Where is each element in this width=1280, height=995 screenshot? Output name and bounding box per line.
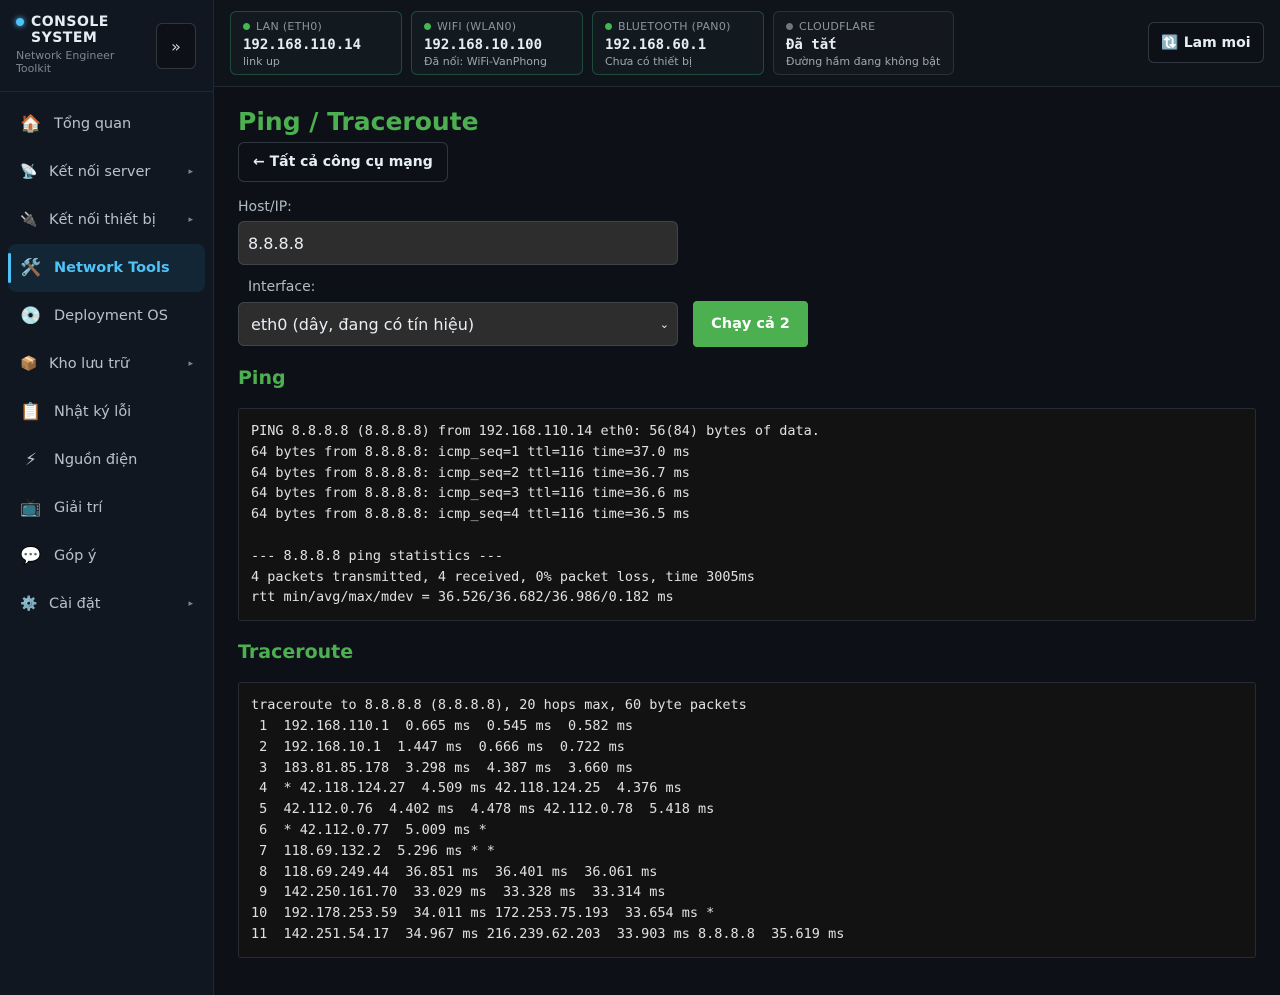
online-dot-icon [605,23,612,30]
sidebar-item-server-connection[interactable]: 📡 Kết nối server ▸ [8,148,205,196]
run-both-button[interactable]: Chạy cả 2 [693,301,808,347]
offline-dot-icon [786,23,793,30]
status-card-label-text: BLUETOOTH (PAN0) [618,20,731,33]
sidebar: CONSOLE SYSTEM Network Engineer Toolkit … [0,0,214,995]
chevron-right-icon: ▸ [188,359,193,369]
chevron-right-icon: ▸ [188,215,193,225]
status-card-ip: 192.168.10.100 [424,37,543,53]
satellite-antenna-icon: 📡 [20,164,38,180]
status-card-label: BLUETOOTH (PAN0) [605,20,751,33]
plug-icon: 🔌 [20,212,38,228]
status-card-label-text: WIFI (WLAN0) [437,20,517,33]
sidebar-item-label: Network Tools [54,260,170,276]
sidebar-item-label: Deployment OS [54,308,168,324]
lightning-icon: ⚡ [25,450,37,470]
brand-subtitle: Network Engineer Toolkit [16,49,115,75]
status-card-bluetooth: BLUETOOTH (PAN0) 192.168.60.1 Chưa có th… [592,11,764,75]
sidebar-item-feedback[interactable]: 💬 Góp ý [8,532,205,580]
ping-section-title: Ping [238,367,286,389]
status-card-ip: 192.168.60.1 [605,37,707,53]
back-to-network-tools-button[interactable]: ← Tất cả công cụ mạng [238,142,448,182]
status-card-ip: Đã tắt [786,37,837,53]
tools-icon: 🛠️ [20,258,42,278]
sidebar-item-overview[interactable]: 🏠 Tổng quan [8,100,205,148]
ping-output: PING 8.8.8.8 (8.8.8.8) from 192.168.110.… [238,408,1256,622]
sidebar-nav: 🏠 Tổng quan 📡 Kết nối server ▸ 🔌 Kết nối… [0,92,213,628]
sidebar-item-power[interactable]: ⚡ Nguồn điện [8,436,205,484]
status-card-label-text: CLOUDFLARE [799,20,876,33]
sidebar-item-label: Tổng quan [54,116,132,132]
sidebar-item-storage[interactable]: 📦 Kho lưu trữ ▸ [8,340,205,388]
sidebar-item-label: Kho lưu trữ [49,356,130,372]
interface-row: eth0 (dây, đang có tín hiệu) ⌄ Chạy cả 2 [238,301,1256,347]
online-dot-icon [424,23,431,30]
sidebar-item-deployment-os[interactable]: 💿 Deployment OS [8,292,205,340]
sidebar-item-error-log[interactable]: 📋 Nhật ký lỗi [8,388,205,436]
package-icon: 📦 [20,356,38,372]
page-title: Ping / Traceroute [238,107,479,136]
status-card-label: WIFI (WLAN0) [424,20,570,33]
status-card-label: LAN (ETH0) [243,20,389,33]
refresh-button[interactable]: 🔃 Lam moi [1148,22,1264,63]
brand: CONSOLE SYSTEM Network Engineer Toolkit … [0,0,213,92]
house-icon: 🏠 [20,114,42,134]
host-input[interactable] [238,221,678,265]
status-card-detail: Chưa có thiết bị [605,55,693,68]
chevron-right-icon: ▸ [188,167,193,177]
traceroute-section-title: Traceroute [238,641,354,664]
sidebar-item-label: Cài đặt [49,596,101,612]
host-label: Host/IP: [238,199,292,215]
sidebar-item-device-connection[interactable]: 🔌 Kết nối thiết bị ▸ [8,196,205,244]
status-card-lan: LAN (ETH0) 192.168.110.14 link up [230,11,402,75]
status-card-label-text: LAN (ETH0) [256,20,323,33]
brand-title-text: CONSOLE SYSTEM [31,14,109,46]
status-card-detail: Đã nối: WiFi-VanPhong [424,55,547,68]
main-content: Ping / Traceroute ← Tất cả công cụ mạng … [238,87,1256,958]
sidebar-item-entertainment[interactable]: 📺 Giải trí [8,484,205,532]
chevron-right-icon: ▸ [188,599,193,609]
sidebar-item-label: Kết nối thiết bị [49,212,156,228]
status-card-cloudflare: CLOUDFLARE Đã tắt Đường hầm đang không b… [773,11,954,75]
interface-selected-value: eth0 (dây, đang có tín hiệu) [251,314,475,334]
status-card-detail: Đường hầm đang không bật [786,55,941,68]
interface-label: Interface: [248,279,316,295]
interface-select[interactable]: eth0 (dây, đang có tín hiệu) ⌄ [238,302,678,346]
brand-title: CONSOLE SYSTEM [16,14,136,46]
status-bar: LAN (ETH0) 192.168.110.14 link up WIFI (… [214,0,1280,87]
disc-icon: 💿 [20,306,42,326]
gear-icon: ⚙️ [20,596,38,612]
traceroute-output: traceroute to 8.8.8.8 (8.8.8.8), 20 hops… [238,682,1256,958]
chevron-down-icon: ⌄ [659,317,669,331]
collapse-sidebar-button[interactable]: » [156,23,196,69]
speech-bubble-icon: 💬 [20,546,42,566]
sidebar-item-settings[interactable]: ⚙️ Cài đặt ▸ [8,580,205,628]
sidebar-item-label: Góp ý [54,548,97,564]
sidebar-item-network-tools[interactable]: 🛠️ Network Tools [8,244,205,292]
status-card-ip: 192.168.110.14 [243,37,362,53]
status-card-label: CLOUDFLARE [786,20,941,33]
status-dot-icon [16,18,24,26]
sidebar-item-label: Nguồn điện [54,452,138,468]
status-card-detail: link up [243,55,280,68]
tv-icon: 📺 [20,498,42,518]
sidebar-item-label: Kết nối server [49,164,151,180]
sidebar-item-label: Nhật ký lỗi [54,404,132,420]
online-dot-icon [243,23,250,30]
sidebar-item-label: Giải trí [54,500,103,516]
status-card-wifi: WIFI (WLAN0) 192.168.10.100 Đã nối: WiFi… [411,11,583,75]
clipboard-icon: 📋 [20,402,42,422]
